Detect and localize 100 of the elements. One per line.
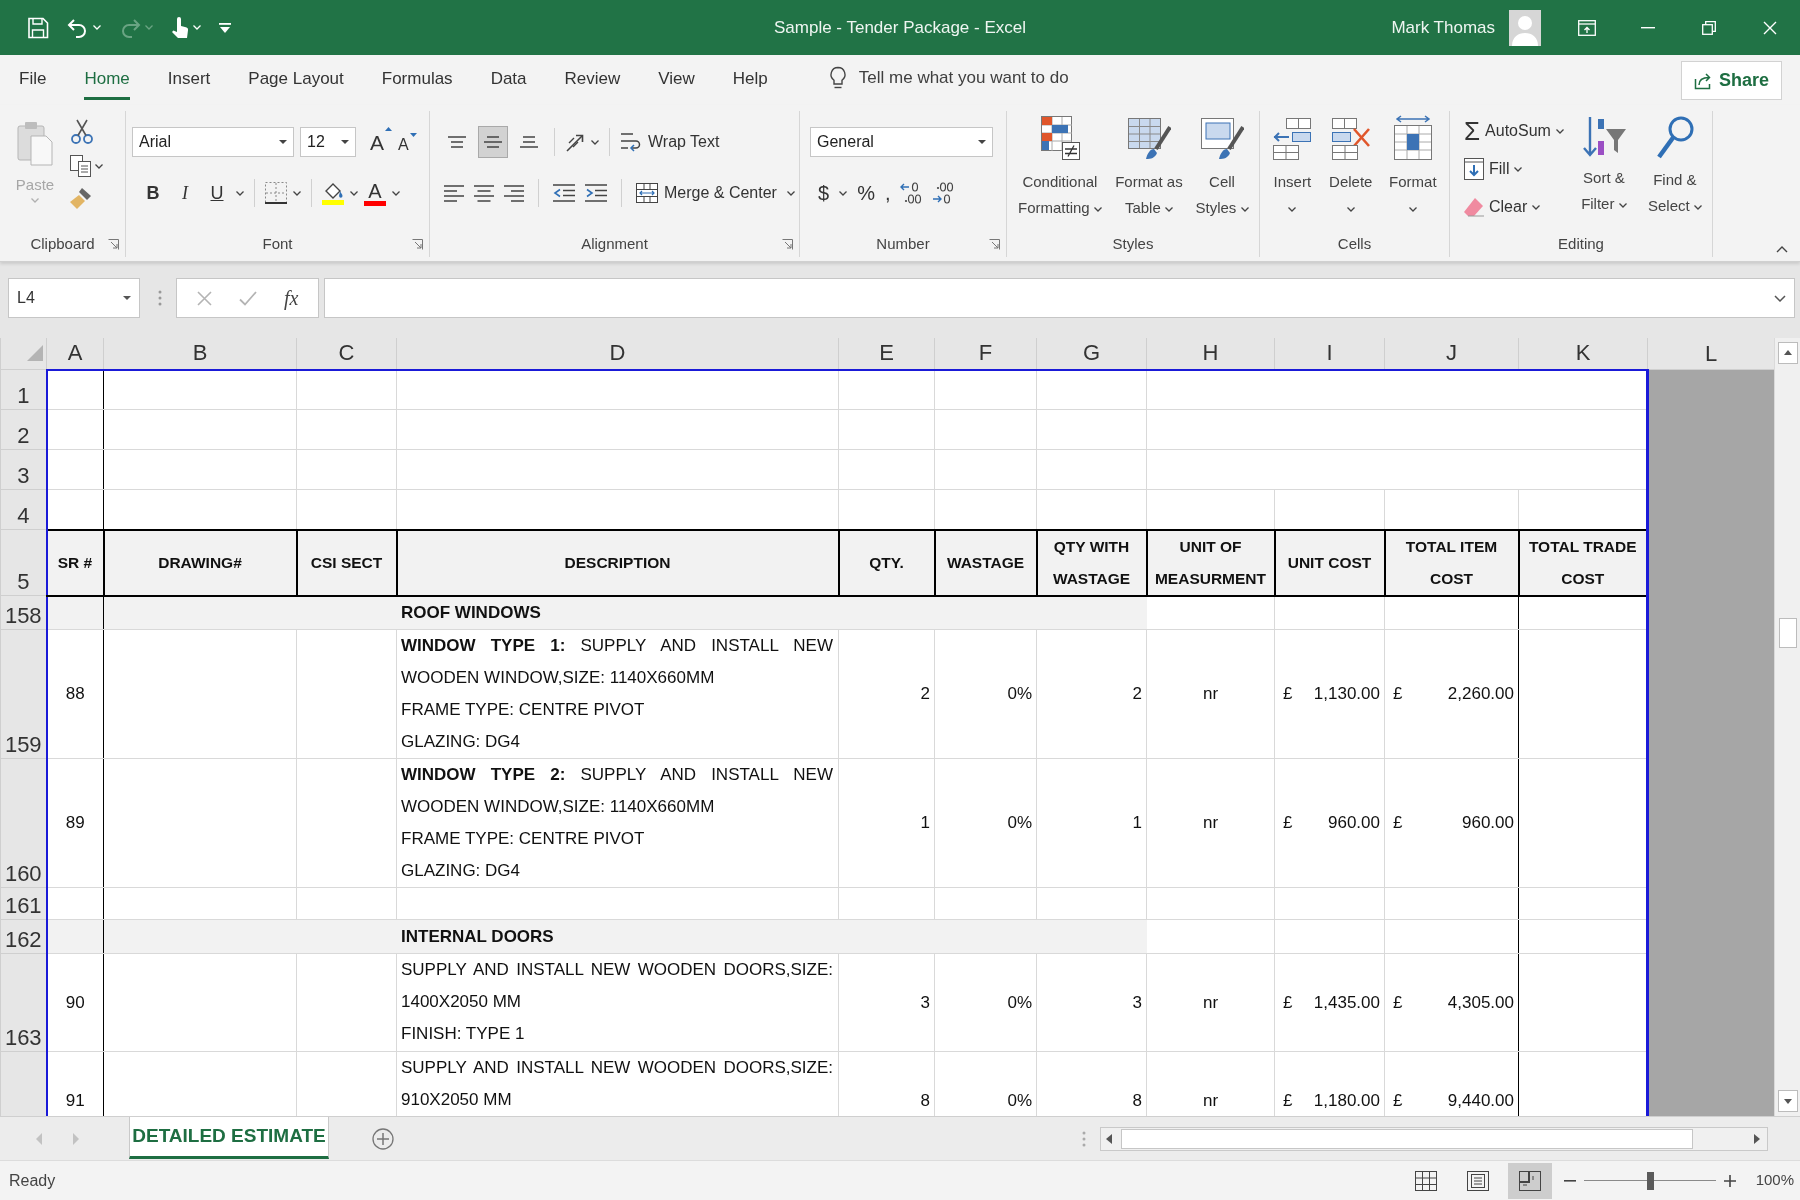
italic-button[interactable]: I [172,178,198,208]
sort-filter-button[interactable]: Sort & Filter [1569,111,1638,231]
corner-arrow-icon[interactable] [782,238,793,250]
comma-button[interactable]: , [884,178,891,208]
decrease-decimal-icon[interactable] [932,182,955,204]
find-select-button[interactable]: Find & Select [1637,111,1712,231]
ribbon-tab[interactable]: File [0,55,66,100]
column-header[interactable]: G [1036,338,1147,370]
row-header[interactable]: 4 [0,489,47,530]
zoom-out-icon[interactable] [1563,1179,1576,1182]
row-header[interactable]: 161 [0,887,47,920]
grow-font-button[interactable]: A [370,127,392,157]
increase-decimal-icon[interactable] [900,182,923,204]
column-header[interactable]: C [296,338,397,370]
undo-icon[interactable] [67,17,89,38]
scroll-down-icon[interactable] [1777,1090,1798,1112]
scroll-thumb[interactable] [1121,1128,1693,1149]
close-icon[interactable] [1762,20,1777,35]
clear-button[interactable]: Clear [1464,191,1564,223]
conditional-formatting-button[interactable]: Conditional Formatting [1011,111,1109,231]
ribbon-tab[interactable]: Data [471,55,546,100]
window-options-icon[interactable] [1577,19,1596,36]
function-label[interactable]: fx [283,283,299,313]
align-center-icon[interactable] [474,184,494,202]
decrease-indent-icon[interactable] [553,184,575,202]
caret-icon[interactable] [293,190,301,196]
bold-button[interactable]: B [140,178,166,208]
chevron-up-icon[interactable] [1776,246,1788,253]
fill-button[interactable]: Fill [1464,153,1564,185]
ribbon-tab[interactable]: Help [713,55,787,100]
row-header[interactable]: 159 [0,629,47,759]
insert-button[interactable]: Insert [1269,111,1316,231]
avatar-icon[interactable] [1509,9,1541,46]
zoom-level[interactable]: 100% [1755,1169,1794,1192]
sheet-tab[interactable]: DETAILED ESTIMATE [129,1117,329,1159]
grip-dots-icon[interactable] [1082,1130,1086,1147]
font-color-button[interactable]: A [364,180,386,206]
row-header[interactable]: 2 [0,409,47,450]
formula-field[interactable] [324,278,1795,318]
caret-icon[interactable] [392,190,400,196]
slider-thumb[interactable] [1646,1171,1654,1190]
column-header[interactable]: K [1518,338,1648,370]
borders-icon[interactable] [265,182,287,204]
increase-indent-icon[interactable] [585,184,607,202]
ribbon-tab[interactable]: Review [545,55,640,100]
cell-styles-button[interactable]: Cell Styles [1188,111,1255,231]
column-header[interactable]: E [838,338,935,370]
row-header[interactable]: 163 [0,953,47,1052]
fill-bucket-icon[interactable] [322,181,344,205]
triangle-menu-icon[interactable] [219,22,231,33]
merge-center-button[interactable]: Merge & Center [636,181,777,205]
percent-button[interactable]: % [857,178,875,208]
font-size-field[interactable]: 12 [300,127,356,157]
zoom-in-icon[interactable] [1723,1174,1736,1187]
lightbulb-icon[interactable] [828,65,847,90]
format-button[interactable]: Format [1386,111,1440,231]
page-break-button[interactable] [1507,1162,1552,1199]
caret-icon[interactable] [786,190,795,196]
column-header[interactable]: H [1146,338,1275,370]
ribbon-tab[interactable]: Page Layout [229,55,363,100]
save-icon[interactable] [27,16,49,39]
number-format-field[interactable]: General [810,127,993,157]
font-name-field[interactable]: Arial [132,127,294,157]
row-header[interactable]: 3 [0,449,47,490]
align-right-icon[interactable] [504,184,524,202]
column-header[interactable]: I [1274,338,1385,370]
caret-icon[interactable] [350,190,358,196]
caret-icon[interactable] [1774,294,1786,302]
currency-button[interactable]: $ [818,178,830,208]
column-header[interactable]: F [934,338,1037,370]
column-header[interactable]: D [396,338,839,370]
format-as-table-button[interactable]: Format as Table [1108,111,1189,231]
row-header[interactable]: 5 [0,529,47,596]
caret-icon[interactable] [839,190,848,196]
caret-icon[interactable] [236,190,244,196]
row-header[interactable]: 160 [0,758,47,888]
hand-icon[interactable] [171,15,189,40]
ribbon-tab[interactable]: View [639,55,714,100]
restore-icon[interactable] [1701,20,1716,35]
corner-arrow-icon[interactable] [108,238,119,250]
copy-icon[interactable] [70,155,92,177]
add-sheet-icon[interactable] [372,1127,394,1150]
scroll-thumb[interactable] [1778,618,1797,648]
caret-icon[interactable] [95,163,103,169]
ribbon-tab[interactable]: Insert [148,55,230,100]
share-button[interactable]: Share [1680,61,1782,100]
minimize-icon[interactable] [1640,26,1655,29]
column-header[interactable]: A [46,338,104,370]
corner-arrow-icon[interactable] [989,238,1000,250]
corner-arrow-icon[interactable] [412,238,423,250]
diagonal-arrow-icon[interactable] [565,132,585,152]
scissors-icon[interactable] [70,119,94,145]
column-header[interactable]: L [1647,338,1774,370]
brush-icon[interactable] [70,187,92,209]
ribbon-tab[interactable]: Formulas [362,55,472,100]
column-header[interactable]: J [1384,338,1519,370]
underline-button[interactable]: U [204,178,230,208]
delete-button[interactable]: Delete [1326,111,1376,231]
column-header[interactable]: B [103,338,297,370]
tell-me-field[interactable]: Tell me what you want to do [858,64,1099,91]
